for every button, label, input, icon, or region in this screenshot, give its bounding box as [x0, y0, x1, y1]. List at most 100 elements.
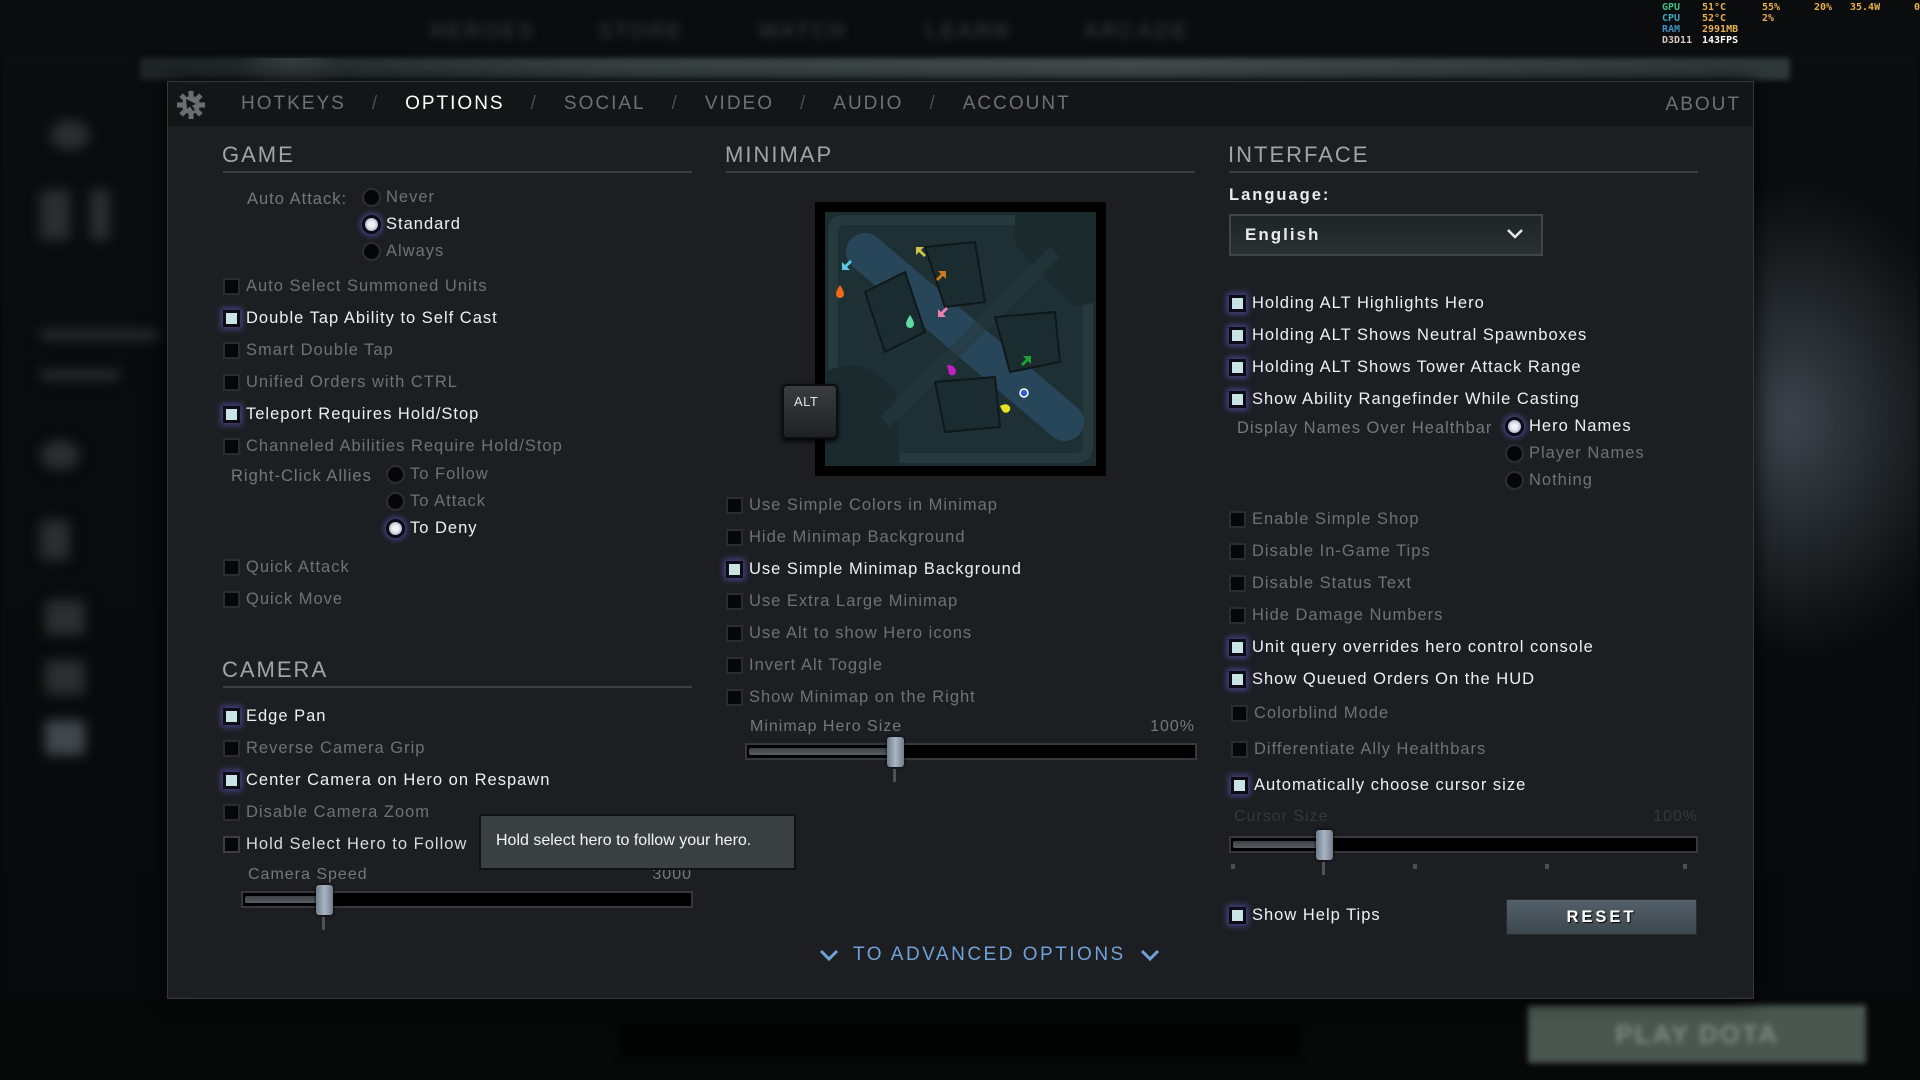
quick-move-checkbox[interactable]: Quick Move [223, 590, 343, 609]
alt-show-hero-icons-checkbox[interactable]: Use Alt to show Hero icons [726, 624, 972, 643]
auto-attack-never-radio[interactable]: Never [362, 188, 435, 207]
nothing-radio[interactable]: Nothing [1505, 471, 1593, 490]
smart-double-tap-checkbox[interactable]: Smart Double Tap [223, 341, 394, 360]
checkbox-label: Smart Double Tap [246, 341, 394, 359]
channeled-abilities-hold-stop-checkbox[interactable]: Channeled Abilities Require Hold/Stop [223, 437, 563, 456]
checkbox-box [1231, 741, 1248, 758]
radio-dot [362, 188, 381, 207]
checkbox-label: Reverse Camera Grip [246, 739, 426, 757]
tab-hotkeys[interactable]: HOTKEYS [241, 93, 346, 115]
checkbox-label: Unified Orders with CTRL [246, 373, 458, 391]
tab-video[interactable]: VIDEO [705, 93, 774, 115]
disable-status-text-checkbox[interactable]: Disable Status Text [1229, 574, 1412, 593]
checkbox-box [726, 657, 743, 674]
tab-account[interactable]: ACCOUNT [963, 93, 1071, 115]
edge-pan-checkbox[interactable]: Edge Pan [223, 707, 326, 726]
slider-step-mark [1683, 864, 1687, 869]
right-click-to-deny-radio[interactable]: To Deny [386, 519, 478, 538]
hide-minimap-background-checkbox[interactable]: Hide Minimap Background [726, 528, 966, 547]
radio-dot [386, 492, 405, 511]
auto-select-summoned-units-checkbox[interactable]: Auto Select Summoned Units [223, 277, 488, 296]
checkbox-box [1229, 327, 1246, 344]
show-queued-orders-checkbox[interactable]: Show Queued Orders On the HUD [1229, 670, 1535, 689]
unified-orders-ctrl-checkbox[interactable]: Unified Orders with CTRL [223, 373, 458, 392]
slider-step-mark [1231, 864, 1235, 869]
perf-value: 20% [1814, 2, 1833, 13]
hide-damage-numbers-checkbox[interactable]: Hide Damage Numbers [1229, 606, 1443, 625]
differentiate-ally-healthbars-checkbox[interactable]: Differentiate Ally Healthbars [1231, 740, 1486, 759]
checkbox-label: Holding ALT Shows Neutral Spawnboxes [1252, 326, 1588, 344]
alt-highlights-hero-checkbox[interactable]: Holding ALT Highlights Hero [1229, 294, 1485, 313]
checkbox-label: Channeled Abilities Require Hold/Stop [246, 437, 563, 455]
perf-value: 55% [1762, 2, 1781, 13]
teleport-requires-hold-stop-checkbox[interactable]: Teleport Requires Hold/Stop [223, 405, 479, 424]
checkbox-label: Quick Move [246, 590, 344, 608]
checkbox-box [1229, 359, 1246, 376]
play-dota-button[interactable]: PLAY DOTA [1528, 1005, 1866, 1063]
language-dropdown[interactable]: English [1229, 214, 1543, 256]
double-tap-self-cast-checkbox[interactable]: Double Tap Ability to Self Cast [223, 309, 498, 328]
enable-simple-shop-checkbox[interactable]: Enable Simple Shop [1229, 510, 1420, 529]
right-click-to-attack-radio[interactable]: To Attack [386, 492, 486, 511]
unit-query-overrides-checkbox[interactable]: Unit query overrides hero control consol… [1229, 638, 1594, 657]
auto-attack-standard-radio[interactable]: Standard [362, 215, 461, 234]
quick-attack-checkbox[interactable]: Quick Attack [223, 558, 350, 577]
simple-minimap-background-checkbox[interactable]: Use Simple Minimap Background [726, 560, 1022, 579]
checkbox-box [1229, 607, 1246, 624]
checkbox-label: Edge Pan [246, 707, 327, 725]
slider-handle[interactable] [887, 737, 904, 767]
minimap-preview [815, 202, 1106, 476]
auto-attack-label: Auto Attack: [247, 190, 348, 208]
tab-options[interactable]: OPTIONS [405, 93, 505, 115]
cursor-size-value: 100% [1653, 808, 1698, 825]
to-advanced-options-link[interactable]: TO ADVANCED OPTIONS [805, 944, 1174, 966]
auto-cursor-size-checkbox[interactable]: Automatically choose cursor size [1231, 776, 1526, 795]
checkbox-label: Invert Alt Toggle [749, 656, 884, 674]
auto-attack-always-radio[interactable]: Always [362, 242, 444, 261]
advanced-options-label: TO ADVANCED OPTIONS [853, 944, 1126, 965]
simple-colors-minimap-checkbox[interactable]: Use Simple Colors in Minimap [726, 496, 998, 515]
reset-button[interactable]: RESET [1506, 899, 1697, 935]
camera-speed-slider[interactable] [241, 885, 693, 930]
checkbox-box [223, 438, 240, 455]
perf-row-ram: RAM 2991MB [1662, 24, 1920, 35]
perf-label: CPU [1662, 13, 1681, 24]
player-names-radio[interactable]: Player Names [1505, 444, 1645, 463]
minimap-hero-size-slider[interactable] [745, 737, 1197, 782]
right-click-to-follow-radio[interactable]: To Follow [386, 465, 489, 484]
radio-label: Always [386, 242, 445, 260]
checkbox-box [726, 561, 743, 578]
disable-in-game-tips-checkbox[interactable]: Disable In-Game Tips [1229, 542, 1431, 561]
tab-separator: / [929, 93, 937, 114]
colorblind-mode-checkbox[interactable]: Colorblind Mode [1231, 704, 1389, 723]
radio-label: Hero Names [1529, 417, 1632, 435]
hold-select-hero-to-follow-checkbox[interactable]: Hold Select Hero to Follow [223, 835, 467, 854]
cursor-size-slider[interactable] [1229, 830, 1698, 875]
checkbox-box [223, 740, 240, 757]
disable-camera-zoom-checkbox[interactable]: Disable Camera Zoom [223, 803, 430, 822]
alt-tower-attack-range-checkbox[interactable]: Holding ALT Shows Tower Attack Range [1229, 358, 1582, 377]
slider-handle[interactable] [316, 885, 333, 915]
extra-large-minimap-checkbox[interactable]: Use Extra Large Minimap [726, 592, 958, 611]
settings-gear-icon[interactable] [176, 90, 206, 120]
tab-social[interactable]: SOCIAL [564, 93, 646, 115]
invert-alt-toggle-checkbox[interactable]: Invert Alt Toggle [726, 656, 883, 675]
checkbox-box [223, 342, 240, 359]
checkbox-box [726, 497, 743, 514]
language-label: Language: [1229, 186, 1331, 204]
bg-nav-watch: WATCH [758, 18, 848, 43]
checkbox-box [223, 708, 240, 725]
minimap-on-right-checkbox[interactable]: Show Minimap on the Right [726, 688, 976, 707]
reverse-camera-grip-checkbox[interactable]: Reverse Camera Grip [223, 739, 425, 758]
radio-label: Standard [386, 215, 461, 233]
hero-marker-circle [1019, 388, 1029, 398]
tab-about[interactable]: ABOUT [1666, 94, 1741, 116]
center-camera-on-respawn-checkbox[interactable]: Center Camera on Hero on Respawn [223, 771, 550, 790]
show-help-tips-checkbox[interactable]: Show Help Tips [1229, 906, 1381, 925]
alt-neutral-spawnboxes-checkbox[interactable]: Holding ALT Shows Neutral Spawnboxes [1229, 326, 1587, 345]
slider-handle[interactable] [1316, 830, 1333, 860]
ability-rangefinder-checkbox[interactable]: Show Ability Rangefinder While Casting [1229, 390, 1580, 409]
interface-section-title: INTERFACE [1228, 142, 1370, 167]
hero-names-radio[interactable]: Hero Names [1505, 417, 1632, 436]
tab-audio[interactable]: AUDIO [833, 93, 903, 115]
